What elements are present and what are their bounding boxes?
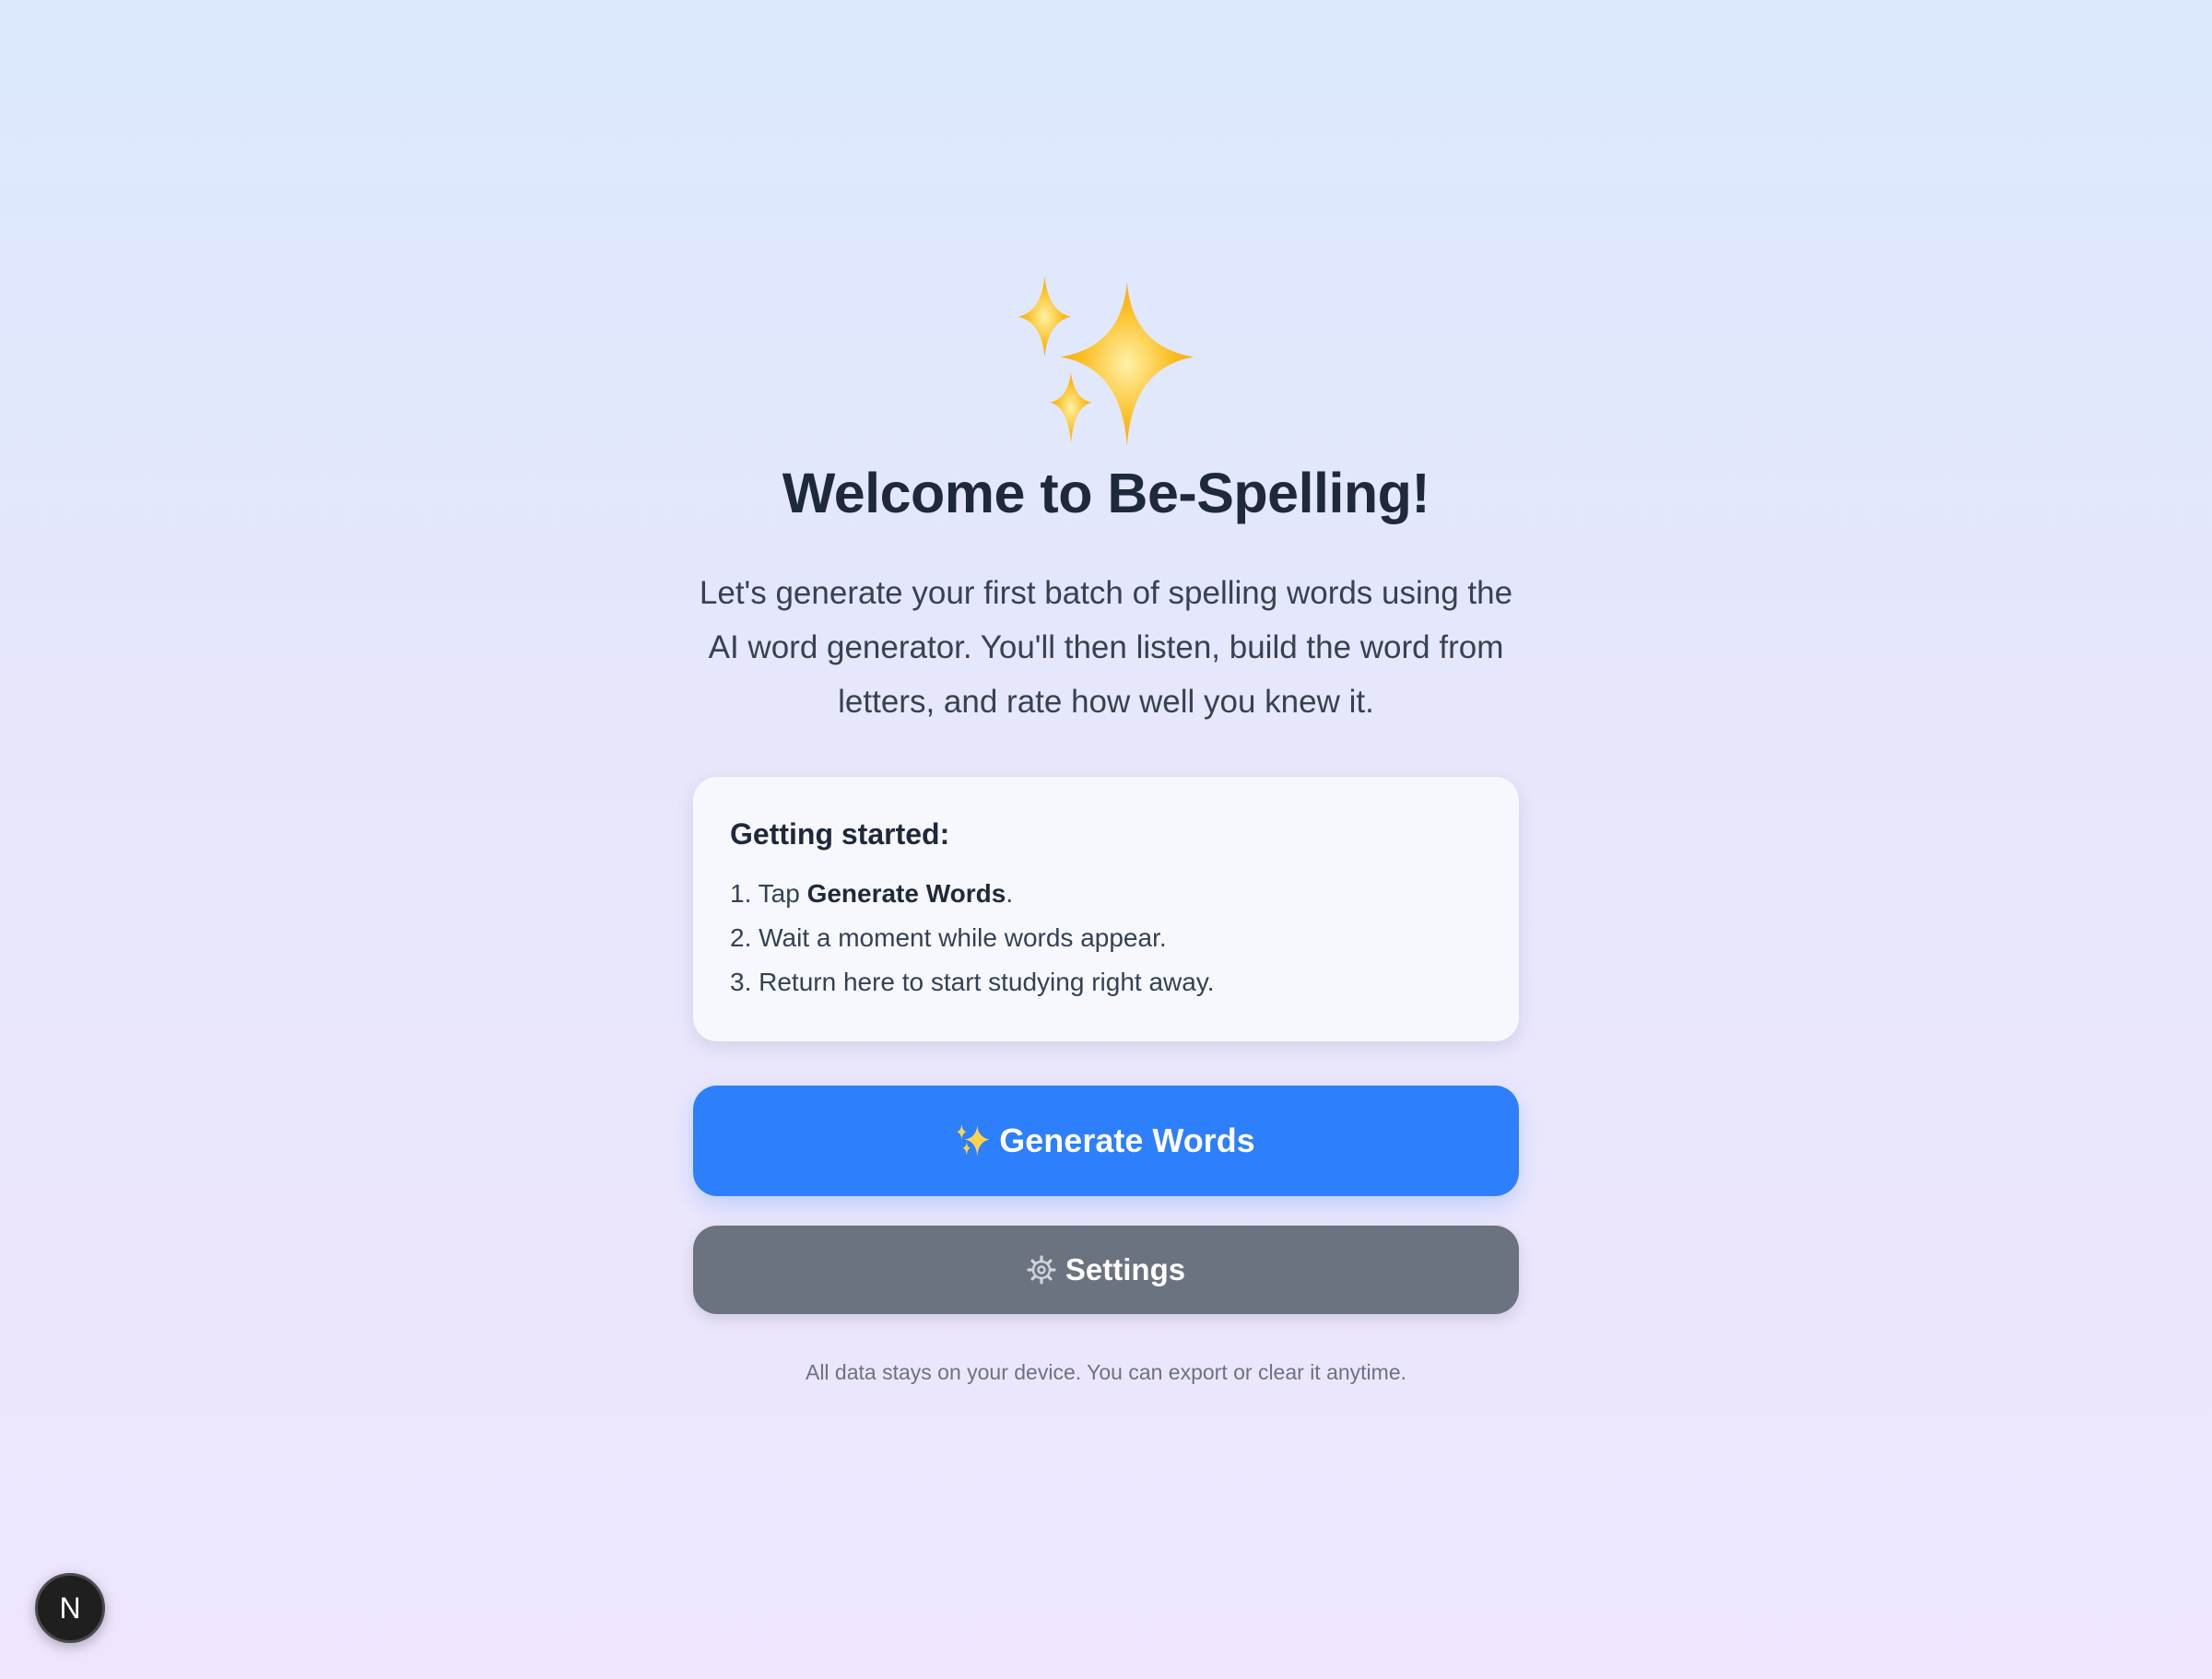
welcome-panel: Welcome to Be-Spelling! Let's generate y… [693, 276, 1519, 1385]
page-title: Welcome to Be-Spelling! [782, 462, 1430, 524]
step-item: 1. Tap Generate Words. [730, 879, 1014, 908]
getting-started-heading: Getting started: [730, 817, 950, 851]
nextjs-logo-letter: N [59, 1591, 81, 1625]
getting-started-steps: 1. Tap Generate Words. 2. Wait a moment … [730, 872, 1482, 1004]
settings-button[interactable]: Settings [693, 1226, 1519, 1314]
intro-text: Let's generate your first batch of spell… [699, 575, 1513, 720]
step-emphasis: Generate Words [806, 879, 1006, 908]
nextjs-dev-badge[interactable]: N [35, 1573, 105, 1643]
generate-words-label: Generate Words [999, 1121, 1255, 1159]
gear-icon [1027, 1255, 1056, 1285]
generate-words-button[interactable]: Generate Words [693, 1086, 1519, 1196]
sparkles-icon [957, 1124, 991, 1157]
settings-label: Settings [1065, 1252, 1186, 1286]
step-item: 3. Return here to start studying right a… [730, 968, 1215, 996]
step-item: 2. Wait a moment while words appear. [730, 923, 1167, 952]
privacy-note: All data stays on your device. You can e… [805, 1360, 1407, 1384]
sparkles-icon [1018, 276, 1194, 447]
getting-started-card: Getting started: 1. Tap Generate Words. … [693, 777, 1519, 1041]
